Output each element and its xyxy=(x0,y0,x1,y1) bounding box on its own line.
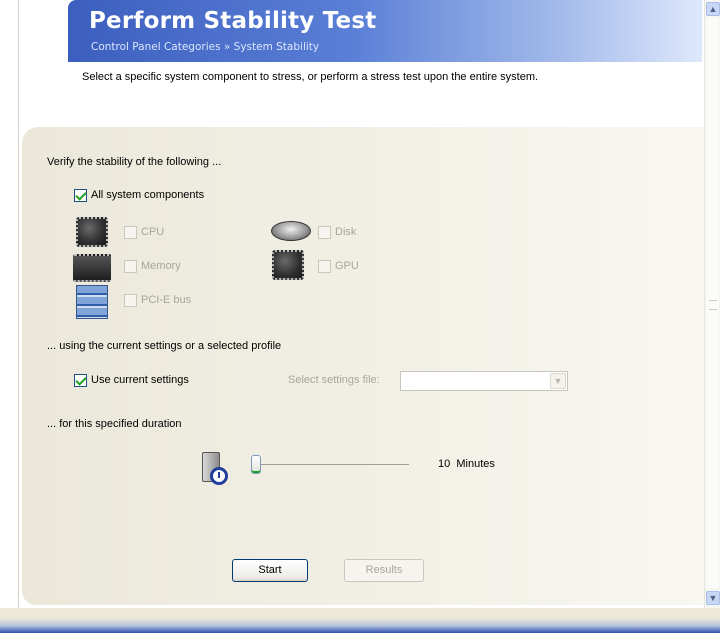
select-settings-file-label: Select settings file: xyxy=(288,374,380,386)
scroll-down-icon[interactable]: ▼ xyxy=(706,591,720,605)
start-button[interactable]: Start xyxy=(232,559,308,582)
disk-drive-icon xyxy=(271,221,311,241)
cpu-label: CPU xyxy=(141,226,165,238)
cpu-chip-icon xyxy=(76,217,108,247)
chevron-down-icon[interactable]: ▼ xyxy=(550,373,566,389)
duration-slider-thumb[interactable] xyxy=(251,455,261,474)
pcie-checkbox[interactable] xyxy=(124,294,137,307)
memory-chip-icon xyxy=(73,254,111,282)
memory-label: Memory xyxy=(141,260,181,272)
page-title: Perform Stability Test xyxy=(89,8,377,34)
timer-icon xyxy=(202,452,228,486)
breadcrumb[interactable]: Control Panel Categories » System Stabil… xyxy=(91,41,319,53)
scroll-grip[interactable] xyxy=(709,300,717,310)
header-banner: Perform Stability Test Control Panel Cat… xyxy=(68,0,702,62)
use-current-settings-checkbox[interactable] xyxy=(74,374,87,387)
gpu-chip-icon xyxy=(272,250,304,280)
use-current-settings-label[interactable]: Use current settings xyxy=(91,374,189,386)
all-components-checkbox[interactable] xyxy=(74,189,87,202)
duration-slider-track[interactable] xyxy=(259,464,409,465)
all-components-label[interactable]: All system components xyxy=(91,189,204,201)
disk-label: Disk xyxy=(335,226,357,238)
pcie-label: PCI-E bus xyxy=(141,294,192,306)
vertical-scrollbar[interactable]: ▲ ▼ xyxy=(704,0,720,608)
taskbar-strip xyxy=(0,608,720,633)
gpu-label: GPU xyxy=(335,260,359,272)
results-button[interactable]: Results xyxy=(344,559,424,582)
memory-checkbox[interactable] xyxy=(124,260,137,273)
left-divider xyxy=(18,0,19,608)
settings-file-dropdown[interactable]: ▼ xyxy=(400,371,568,391)
gpu-checkbox[interactable] xyxy=(318,260,331,273)
settings-heading: ... using the current settings or a sele… xyxy=(47,340,282,352)
pcie-bus-icon xyxy=(76,285,108,319)
clock-icon xyxy=(210,467,228,485)
duration-heading: ... for this specified duration xyxy=(47,418,182,430)
scroll-up-icon[interactable]: ▲ xyxy=(706,2,720,16)
verify-heading: Verify the stability of the following ..… xyxy=(47,156,222,168)
intro-text: Select a specific system component to st… xyxy=(82,71,539,83)
disk-checkbox[interactable] xyxy=(318,226,331,239)
duration-value: 10 Minutes xyxy=(438,458,495,470)
cpu-checkbox[interactable] xyxy=(124,226,137,239)
